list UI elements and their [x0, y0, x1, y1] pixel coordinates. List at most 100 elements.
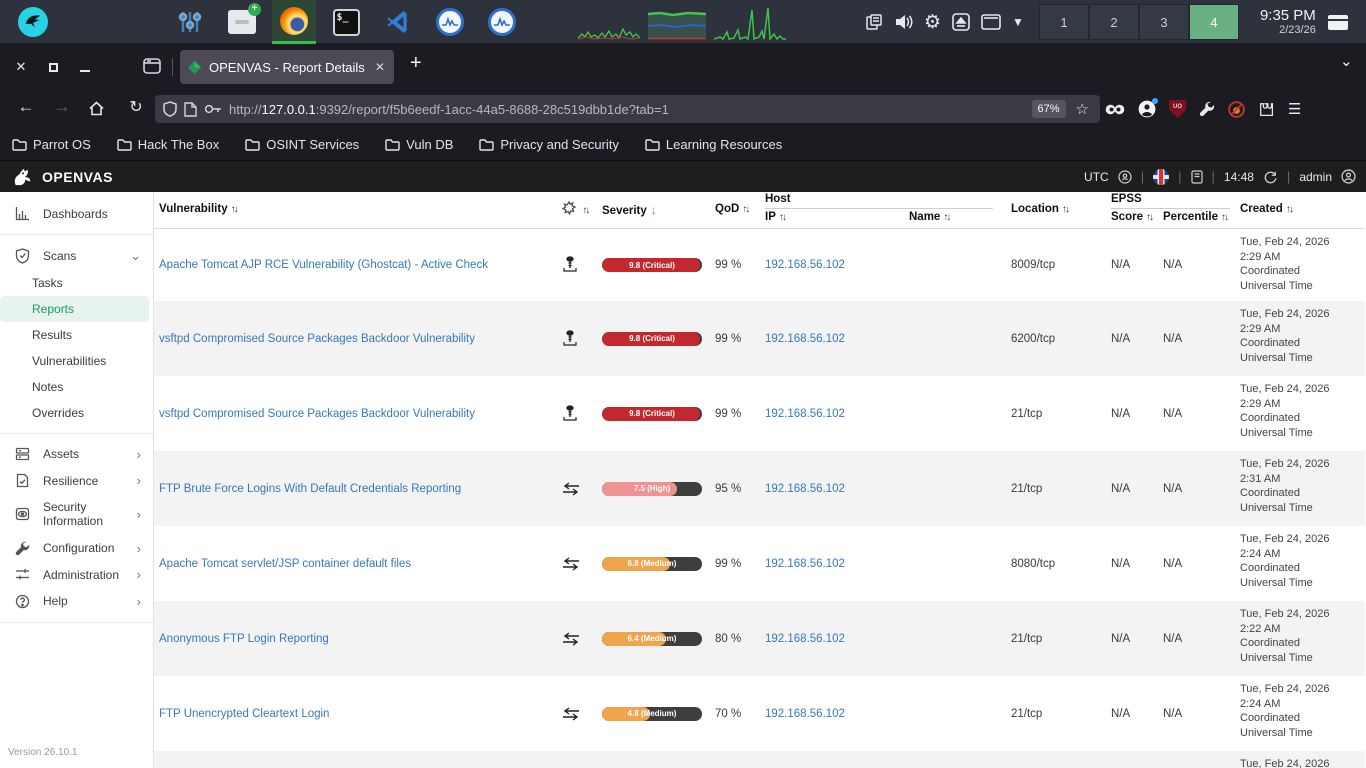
bookmark-folder-hack-the-box[interactable]: Hack The Box	[117, 137, 219, 152]
sidebar-item-vulnerabilities[interactable]: Vulnerabilities	[0, 348, 153, 374]
vulnerability-link[interactable]: Anonymous FTP Login Reporting	[159, 633, 329, 645]
host-ip-link[interactable]: 192.168.56.102	[765, 558, 845, 570]
sidebar-item-resilience[interactable]: Resilience ›	[0, 467, 153, 494]
workspace-3-button[interactable]: 3	[1139, 4, 1189, 40]
back-button[interactable]: ←	[14, 97, 38, 117]
host-ip-link[interactable]: 192.168.56.102	[765, 633, 845, 645]
vulnerability-link[interactable]: vsftpd Compromised Source Packages Backd…	[159, 408, 475, 420]
sidebar-item-reports[interactable]: Reports	[0, 296, 149, 322]
eject-icon[interactable]	[952, 13, 970, 31]
manual-book-icon[interactable]	[1191, 170, 1203, 184]
sort-icon[interactable]: ↑↓	[1146, 212, 1152, 223]
user-menu-label[interactable]: admin	[1299, 170, 1332, 184]
col-percentile[interactable]: Percentile↑↓	[1163, 211, 1227, 223]
sort-icon[interactable]: ↑↓	[1062, 204, 1068, 215]
sidebar-item-notes[interactable]: Notes	[0, 374, 153, 400]
workspace-1-button[interactable]: 1	[1039, 4, 1089, 40]
firefox-app-icon[interactable]	[272, 0, 316, 44]
workspace-4-button[interactable]: 4	[1189, 4, 1239, 40]
sort-icon[interactable]: ↑↓	[1221, 212, 1227, 223]
vulnerability-link[interactable]: Apache Tomcat AJP RCE Vulnerability (Gho…	[159, 259, 488, 271]
terminal-app-icon[interactable]: $_	[324, 0, 368, 44]
col-created[interactable]: Created↑↓	[1240, 203, 1292, 215]
sidebar-item-results[interactable]: Results	[0, 322, 153, 348]
extension-goggles-icon[interactable]	[1105, 104, 1125, 115]
col-vulnerability[interactable]: Vulnerability↑↓	[159, 203, 237, 215]
openvas-app-icon-2[interactable]	[480, 0, 524, 44]
col-solution-type[interactable]: ↑↓	[562, 201, 588, 216]
url-bar[interactable]: http://127.0.0.1:9392/report/f5b6eedf-1a…	[155, 95, 1100, 123]
user-icon[interactable]	[1341, 169, 1356, 184]
vulnerability-link[interactable]: FTP Unencrypted Cleartext Login	[159, 708, 329, 720]
vulnerability-link[interactable]: Apache Tomcat servlet/JSP container defa…	[159, 558, 411, 570]
account-icon[interactable]	[1138, 100, 1156, 118]
sidebar-item-overrides[interactable]: Overrides	[0, 400, 153, 426]
insecure-key-icon[interactable]	[204, 103, 222, 115]
extensions-puzzle-icon[interactable]	[1258, 101, 1275, 118]
tray-expand-caret-icon[interactable]: ▼	[1012, 15, 1024, 29]
vulnerability-link[interactable]: FTP Brute Force Logins With Default Cred…	[159, 483, 461, 495]
forward-button[interactable]: →	[50, 97, 74, 117]
show-desktop-icon[interactable]	[1327, 14, 1349, 31]
settings-sliders-app-icon[interactable]	[168, 0, 212, 44]
noscript-extension-icon[interactable]	[1228, 101, 1245, 118]
col-qod[interactable]: QoD↑↓	[715, 203, 748, 215]
new-tab-button[interactable]: +	[410, 52, 422, 75]
bookmark-folder-vuln-db[interactable]: Vuln DB	[385, 137, 453, 152]
sidebar-item-configuration[interactable]: Configuration ›	[0, 535, 153, 562]
memory-graph-icon[interactable]	[648, 4, 706, 40]
col-name[interactable]: Name↑↓	[909, 211, 949, 223]
cpu-graph-icon[interactable]	[578, 4, 640, 40]
clipboard-tray-icon[interactable]	[865, 13, 883, 31]
sidebar-item-tasks[interactable]: Tasks	[0, 270, 153, 296]
timezone-label[interactable]: UTC	[1084, 170, 1109, 184]
bookmark-star-icon[interactable]: ☆	[1076, 100, 1089, 118]
tracking-protection-shield-icon[interactable]	[163, 101, 177, 117]
window-maximize-button[interactable]	[49, 63, 58, 72]
list-all-tabs-icon[interactable]: ⌄	[1340, 52, 1353, 70]
settings-gear-icon[interactable]: ⚙	[924, 11, 941, 34]
host-ip-link[interactable]: 192.168.56.102	[765, 708, 845, 720]
openvas-brand[interactable]: OPENVAS	[0, 167, 113, 187]
sidebar-item-administration[interactable]: Administration ›	[0, 562, 153, 588]
vulnerability-link[interactable]: vsftpd Compromised Source Packages Backd…	[159, 333, 475, 345]
openvas-app-icon-1[interactable]	[428, 0, 472, 44]
reload-button[interactable]: ↻	[124, 97, 148, 117]
sidebar-item-help[interactable]: Help ›	[0, 588, 153, 615]
tab-close-icon[interactable]: ✕	[375, 60, 385, 74]
wrench-extension-icon[interactable]	[1199, 101, 1215, 117]
url-text[interactable]: http://127.0.0.1:9392/report/f5b6eedf-1a…	[229, 102, 1025, 117]
bookmark-folder-learning-resources[interactable]: Learning Resources	[645, 137, 782, 152]
sidebar-item-assets[interactable]: Assets ›	[0, 441, 153, 467]
display-icon[interactable]	[981, 14, 1001, 30]
file-manager-app-icon[interactable]: +	[220, 0, 264, 44]
sort-icon[interactable]: ↑↓	[231, 204, 237, 215]
menu-hamburger-icon[interactable]: ☰	[1288, 100, 1302, 118]
browser-tab[interactable]: OPENVAS - Report Details ✕	[180, 50, 394, 84]
bookmark-folder-parrot-os[interactable]: Parrot OS	[12, 137, 91, 152]
host-ip-link[interactable]: 192.168.56.102	[765, 259, 845, 271]
parrot-os-menu-icon[interactable]	[18, 7, 48, 37]
home-button[interactable]	[88, 100, 105, 117]
sort-icon[interactable]: ↑↓	[1286, 204, 1292, 215]
col-ip[interactable]: IP↑↓	[765, 211, 785, 223]
sidebar-item-security-information[interactable]: Security Information ›	[0, 494, 153, 535]
sort-icon[interactable]: ↑↓	[943, 212, 949, 223]
volume-icon[interactable]	[894, 13, 913, 31]
col-location[interactable]: Location↑↓	[1011, 203, 1068, 215]
network-graph-icon[interactable]	[714, 4, 786, 40]
sidebar-item-scans[interactable]: Scans ⌄	[0, 242, 153, 270]
host-ip-link[interactable]: 192.168.56.102	[765, 333, 845, 345]
page-zoom-badge[interactable]: 67%	[1032, 100, 1066, 118]
language-flag-icon[interactable]	[1153, 169, 1169, 185]
timezone-pin-icon[interactable]	[1118, 170, 1132, 184]
host-ip-link[interactable]: 192.168.56.102	[765, 408, 845, 420]
ublock-origin-icon[interactable]: UO	[1169, 100, 1186, 118]
col-severity[interactable]: Severity↓	[602, 203, 657, 217]
window-close-button[interactable]: ✕	[14, 59, 28, 75]
bookmark-folder-privacy-and-security[interactable]: Privacy and Security	[479, 137, 619, 152]
page-info-icon[interactable]	[184, 102, 197, 117]
vscode-app-icon[interactable]	[376, 0, 420, 44]
sort-desc-icon[interactable]: ↓	[651, 203, 657, 217]
bookmark-folder-osint-services[interactable]: OSINT Services	[245, 137, 359, 152]
